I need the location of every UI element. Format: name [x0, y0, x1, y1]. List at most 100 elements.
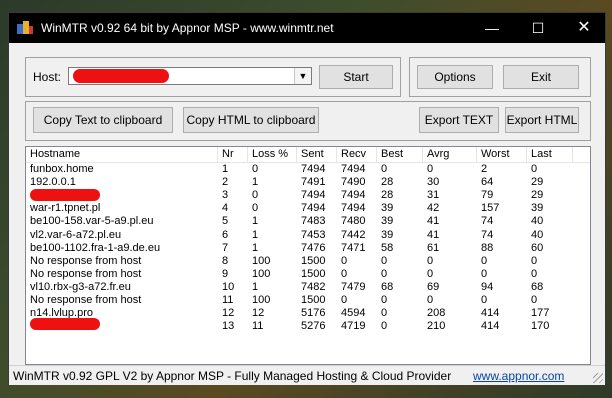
table-row[interactable]: 3 0 7494 7494 28 31 79 29: [26, 189, 590, 202]
cell-sent: 7494: [301, 202, 326, 215]
table-row[interactable]: 192.0.0.1 2 1 7491 7490 28 30 64 29: [26, 176, 590, 189]
column-header-hostname[interactable]: Hostname: [26, 148, 218, 162]
cell-avrg: 41: [427, 228, 440, 241]
start-button[interactable]: Start: [319, 65, 393, 89]
cell-avrg: 0: [427, 294, 434, 306]
exit-button[interactable]: Exit: [503, 65, 579, 89]
cell-hostname: be100-158.var-5-a9.pl.eu: [30, 215, 154, 228]
table-row[interactable]: be100-1102.fra-1-a9.de.eu 7 1 7476 7471 58 61 8…: [26, 242, 590, 255]
table-row[interactable]: 13 11 5276 4719 0 210 414 170: [26, 318, 590, 333]
cell-loss: 1: [252, 241, 259, 254]
cell-sent: 5176: [301, 307, 326, 320]
table-row[interactable]: be100-158.var-5-a9.pl.eu 5 1 7483 7480 39 41 74…: [26, 215, 590, 228]
table-row[interactable]: funbox.home 1 0 7494 7494 0 0 2 0: [26, 163, 590, 176]
cell-sent: 7494: [301, 189, 326, 202]
close-button[interactable]: ✕: [561, 13, 607, 43]
cell-nr: 11: [222, 294, 234, 306]
status-text: WinMTR v0.92 GPL V2 by Appnor MSP - Full…: [13, 369, 452, 383]
column-header-worst[interactable]: Worst: [477, 148, 527, 162]
host-label: Host:: [33, 70, 62, 84]
cell-hostname: No response from host: [30, 254, 142, 267]
cell-avrg: 0: [427, 254, 434, 267]
cell-last: 0: [531, 163, 538, 175]
chevron-down-icon[interactable]: ▼: [294, 68, 311, 84]
cell-last: 68: [531, 280, 544, 293]
cell-recv: 4719: [341, 320, 366, 333]
table-row[interactable]: n14.lvlup.pro 12 12 5176 4594 0 208 414 177: [26, 307, 590, 320]
cell-recv: 0: [341, 267, 348, 280]
cell-recv: 0: [341, 294, 348, 306]
cell-avrg: 61: [427, 241, 440, 254]
options-button[interactable]: Options: [417, 65, 493, 89]
cell-worst: 74: [481, 215, 494, 228]
column-header-last[interactable]: Last: [527, 148, 587, 162]
cell-worst: 64: [481, 176, 494, 189]
cell-nr: 6: [222, 228, 229, 241]
app-icon: [17, 21, 33, 35]
window-title: WinMTR v0.92 64 bit by Appnor MSP - www.…: [41, 21, 334, 35]
cell-sent: 1500: [301, 254, 326, 267]
cell-avrg: 208: [427, 307, 446, 320]
column-header-best[interactable]: Best: [377, 148, 423, 162]
cell-last: 60: [531, 241, 544, 254]
cell-last: 0: [531, 294, 538, 306]
title-bar[interactable]: WinMTR v0.92 64 bit by Appnor MSP - www.…: [9, 13, 605, 43]
cell-last: 177: [531, 307, 550, 320]
minimize-button[interactable]: —: [469, 13, 515, 43]
cell-last: 0: [531, 254, 538, 267]
table-row[interactable]: No response from host 11 100 1500 0 0 0 0 0: [26, 294, 590, 307]
table-row[interactable]: vl10.rbx-g3-a72.fr.eu 10 1 7482 7479 68 69 94 68: [26, 281, 590, 294]
cell-sent: 7482: [301, 280, 326, 293]
resize-grip-icon[interactable]: [593, 373, 603, 383]
cell-loss: 12: [252, 307, 265, 320]
cell-sent: 7476: [301, 241, 326, 254]
cell-best: 28: [381, 189, 394, 202]
column-header-loss[interactable]: Loss %: [248, 148, 297, 162]
cell-last: 40: [531, 215, 544, 228]
cell-avrg: 42: [427, 202, 440, 215]
cell-loss: 1: [252, 176, 259, 189]
column-header-nr[interactable]: Nr: [218, 148, 248, 162]
cell-nr: 12: [222, 307, 235, 320]
cell-best: 0: [381, 254, 388, 267]
cell-last: 29: [531, 189, 544, 202]
cell-recv: 7471: [341, 241, 366, 254]
cell-worst: 2: [481, 163, 488, 175]
column-header-sent[interactable]: Sent: [297, 148, 337, 162]
cell-hostname: No response from host: [30, 294, 142, 306]
export-text-button[interactable]: Export TEXT: [419, 107, 499, 133]
cell-worst: 88: [481, 241, 494, 254]
cell-avrg: 69: [427, 280, 440, 293]
cell-best: 28: [381, 176, 394, 189]
table-row[interactable]: vl2.var-6-a72.pl.eu 6 1 7453 7442 39 41 74 40: [26, 229, 590, 242]
cell-sent: 1500: [301, 294, 326, 306]
table-row[interactable]: war-r1.tpnet.pl 4 0 7494 7494 39 42 157 39: [26, 202, 590, 215]
appnor-link[interactable]: www.appnor.com: [473, 369, 564, 383]
cell-nr: 10: [222, 280, 235, 293]
cell-sent: 7483: [301, 215, 326, 228]
copy-text-button[interactable]: Copy Text to clipboard: [33, 107, 173, 133]
table-row[interactable]: No response from host 9 100 1500 0 0 0 0 0: [26, 268, 590, 281]
column-header-recv[interactable]: Recv: [337, 148, 377, 162]
cell-nr: 9: [222, 267, 229, 280]
cell-recv: 7479: [341, 280, 366, 293]
cell-worst: 74: [481, 228, 494, 241]
cell-recv: 7494: [341, 189, 366, 202]
cell-hostname: war-r1.tpnet.pl: [30, 202, 101, 215]
cell-recv: 7490: [341, 176, 366, 189]
copy-html-button[interactable]: Copy HTML to clipboard: [183, 107, 319, 133]
cell-best: 39: [381, 202, 394, 215]
column-header-avrg[interactable]: Avrg: [423, 148, 477, 162]
cell-last: 40: [531, 228, 544, 241]
results-table[interactable]: Hostname Nr Loss % Sent Recv Best Avrg W…: [25, 146, 591, 365]
cell-best: 39: [381, 228, 394, 241]
cell-recv: 4594: [341, 307, 366, 320]
cell-avrg: 210: [427, 320, 446, 333]
host-combobox[interactable]: ▼: [68, 67, 312, 85]
cell-worst: 414: [481, 320, 500, 333]
cell-hostname: funbox.home: [30, 163, 94, 175]
maximize-button[interactable]: ☐: [515, 13, 561, 43]
export-html-button[interactable]: Export HTML: [505, 107, 579, 133]
table-row[interactable]: No response from host 8 100 1500 0 0 0 0 0: [26, 255, 590, 268]
cell-nr: 4: [222, 202, 229, 215]
